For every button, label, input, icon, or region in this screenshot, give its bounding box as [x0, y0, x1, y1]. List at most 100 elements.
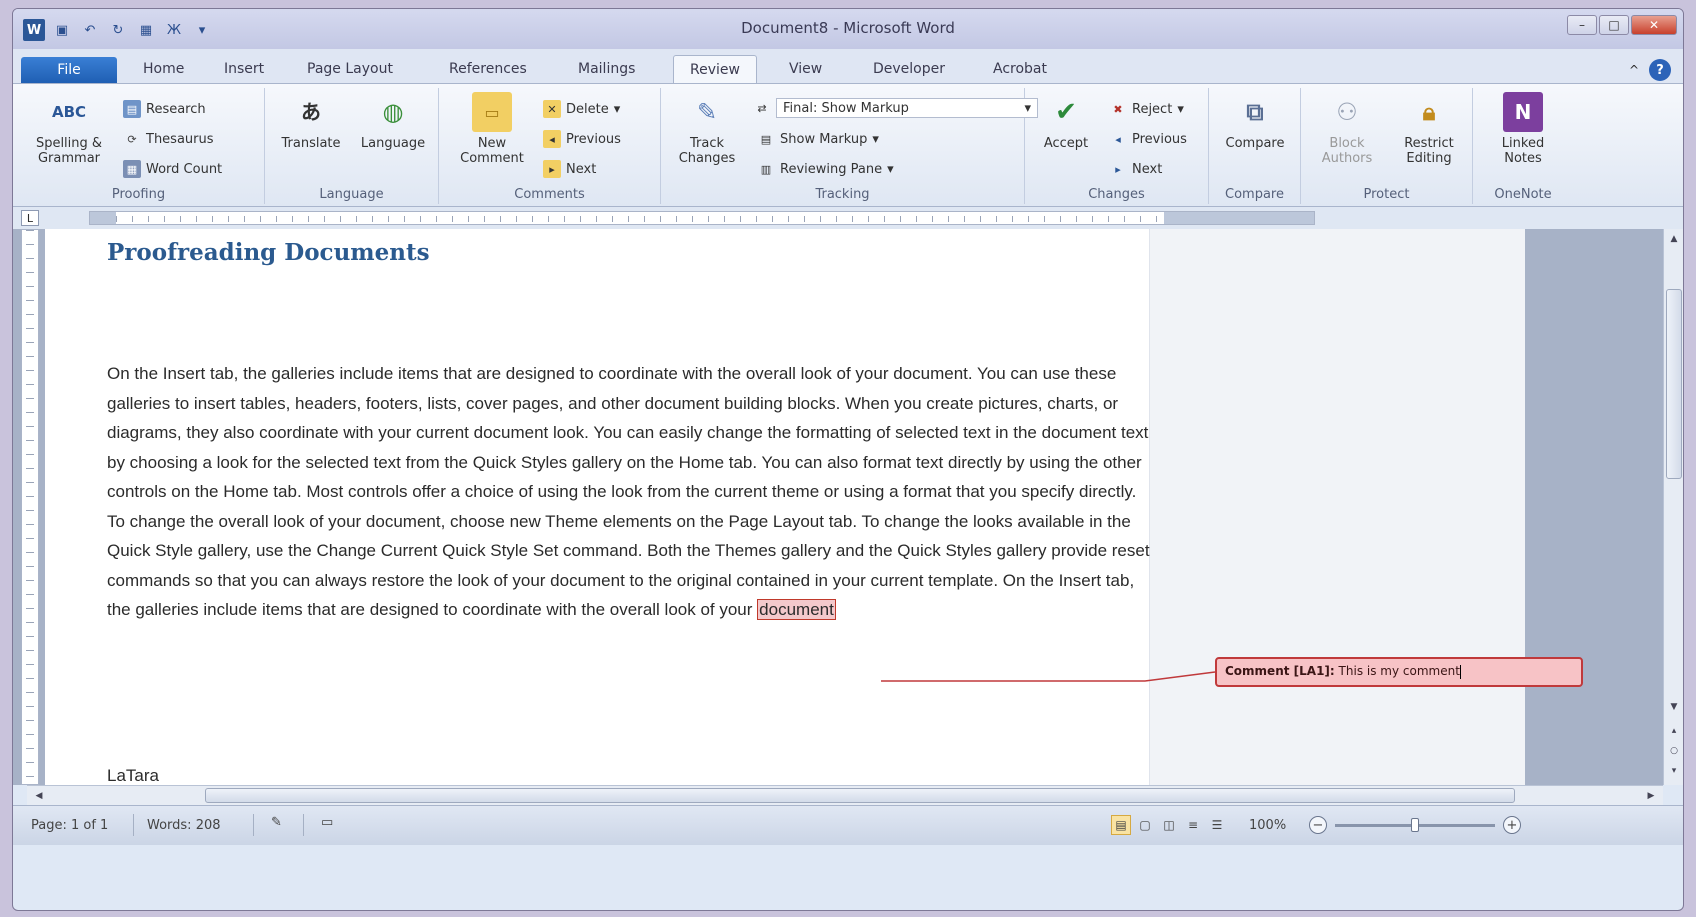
select-browse-object-icon[interactable]: ○ [1666, 743, 1682, 759]
tab-mailings[interactable]: Mailings [578, 61, 635, 77]
document-area: Proofreading Documents On the Insert tab… [13, 229, 1665, 785]
research-button[interactable]: ▤ Research [123, 100, 206, 118]
accept-check-icon: ✔ [1055, 96, 1077, 127]
compare-button[interactable]: ⧉ Compare [1215, 92, 1295, 152]
vertical-ruler-ticks [26, 230, 34, 784]
new-comment-label: New Comment [460, 136, 524, 166]
reject-label: Reject [1132, 101, 1173, 117]
show-markup-button[interactable]: ▤ Show Markup ▾ [757, 130, 879, 148]
display-mode-value: Final: Show Markup [783, 100, 909, 116]
word-count-button[interactable]: ▦ Word Count [123, 160, 222, 178]
vertical-ruler[interactable] [21, 229, 39, 785]
comment-text[interactable]: This is my comment [1339, 664, 1460, 678]
tab-home[interactable]: Home [143, 61, 184, 77]
vertical-scroll-thumb[interactable] [1666, 289, 1682, 479]
tab-page-layout[interactable]: Page Layout [307, 61, 393, 77]
next-change-button[interactable]: ▸ Next [1109, 160, 1162, 178]
reviewing-pane-button[interactable]: ▥ Reviewing Pane ▾ [757, 160, 894, 178]
restrict-editing-label: Restrict Editing [1404, 136, 1454, 166]
group-label-onenote: OneNote [1494, 187, 1552, 202]
previous-page-icon[interactable]: ▴ [1666, 723, 1682, 739]
linked-notes-label: Linked Notes [1501, 136, 1545, 166]
ruler-ticks [116, 216, 1164, 222]
block-authors-icon: ⚇ [1336, 97, 1358, 126]
scroll-left-icon[interactable]: ◀ [31, 788, 47, 804]
group-compare: ⧉ Compare Compare [1209, 88, 1301, 204]
commented-word[interactable]: document [757, 599, 836, 620]
scroll-down-icon[interactable]: ▼ [1666, 699, 1682, 715]
tab-references[interactable]: References [449, 61, 527, 77]
next-change-icon: ▸ [1115, 162, 1121, 176]
maximize-button[interactable]: □ [1599, 15, 1629, 35]
display-for-review-combo[interactable]: ⇄ Final: Show Markup ▾ [753, 98, 1038, 118]
thesaurus-button[interactable]: ⟳ Thesaurus [123, 130, 213, 148]
restrict-editing-button[interactable]: 🔒︎ Restrict Editing [1389, 92, 1469, 167]
web-layout-view-icon[interactable]: ◫ [1159, 815, 1179, 835]
block-authors-button[interactable]: ⚇ Block Authors [1307, 92, 1387, 167]
group-label-proofing: Proofing [111, 187, 166, 202]
delete-dropdown-icon: ▾ [613, 101, 621, 117]
horizontal-scrollbar[interactable]: ◀ ▶ [27, 785, 1663, 805]
word-window: W ▣ ↶ ↻ ▦ Ж ▾ Document8 - Microsoft Word… [12, 8, 1684, 911]
vertical-scrollbar[interactable]: ▲ ▼ ▴ ○ ▾ [1663, 229, 1683, 785]
minimize-button[interactable]: – [1567, 15, 1597, 35]
tab-insert[interactable]: Insert [224, 61, 264, 77]
full-screen-view-icon[interactable]: ▢ [1135, 815, 1155, 835]
draft-view-icon[interactable]: ☰ [1207, 815, 1227, 835]
help-icon[interactable]: ? [1649, 59, 1671, 81]
word-count[interactable]: Words: 208 [147, 818, 221, 833]
previous-change-icon: ◂ [1115, 132, 1121, 146]
zoom-out-icon[interactable]: − [1309, 816, 1327, 834]
status-separator [253, 814, 254, 836]
scroll-right-icon[interactable]: ▶ [1643, 788, 1659, 804]
horizontal-ruler[interactable] [89, 211, 1315, 225]
language-button[interactable]: ◍ Language [353, 92, 433, 152]
close-button[interactable]: ✕ [1631, 15, 1677, 35]
document-page[interactable]: Proofreading Documents On the Insert tab… [45, 229, 1583, 785]
page-count[interactable]: Page: 1 of 1 [31, 818, 108, 833]
tab-file[interactable]: File [21, 57, 117, 83]
document-body[interactable]: On the Insert tab, the galleries include… [107, 359, 1153, 625]
tab-developer[interactable]: Developer [873, 61, 945, 77]
outline-view-icon[interactable]: ≡ [1183, 815, 1203, 835]
next-comment-button[interactable]: ▸ Next [543, 160, 596, 178]
tab-acrobat[interactable]: Acrobat [993, 61, 1047, 77]
research-label: Research [146, 101, 206, 117]
status-separator [133, 814, 134, 836]
previous-comment-button[interactable]: ◂ Previous [543, 130, 621, 148]
new-comment-button[interactable]: ▭ New Comment [447, 92, 537, 166]
group-label-compare: Compare [1225, 187, 1284, 202]
proofing-status-icon[interactable]: ✎ [271, 815, 282, 830]
ribbon-tabs: File Home Insert Page Layout References … [13, 49, 1683, 83]
accept-button[interactable]: ✔ Accept [1031, 92, 1101, 152]
horizontal-scroll-thumb[interactable] [205, 788, 1515, 803]
minimize-ribbon-icon[interactable]: ^ [1629, 63, 1639, 77]
language-globe-icon: ◍ [382, 97, 404, 126]
previous-change-label: Previous [1132, 131, 1187, 147]
tab-selector-icon[interactable]: L [21, 210, 39, 226]
comment-balloon[interactable]: Comment [LA1]: This is my comment [1215, 657, 1583, 687]
macro-record-icon[interactable]: ▭ [321, 815, 333, 830]
tab-view[interactable]: View [789, 61, 822, 77]
zoom-slider-thumb[interactable] [1411, 818, 1419, 832]
translate-icon: あ [301, 99, 321, 124]
linked-notes-button[interactable]: N Linked Notes [1483, 92, 1563, 166]
display-mode-select[interactable]: Final: Show Markup ▾ [776, 98, 1038, 118]
spelling-grammar-button[interactable]: ABC Spelling & Grammar [21, 92, 117, 166]
track-changes-button[interactable]: ✎ Track Changes [665, 92, 749, 167]
reject-button[interactable]: ✖ Reject ▾ [1109, 100, 1184, 118]
translate-button[interactable]: あ Translate [273, 92, 349, 152]
markup-balloon-pane [1149, 229, 1525, 785]
zoom-level[interactable]: 100% [1249, 818, 1286, 833]
previous-change-button[interactable]: ◂ Previous [1109, 130, 1187, 148]
research-icon: ▤ [123, 100, 141, 118]
track-changes-label: Track Changes [678, 136, 736, 166]
scroll-up-icon[interactable]: ▲ [1666, 231, 1682, 247]
zoom-in-icon[interactable]: + [1503, 816, 1521, 834]
delete-comment-button[interactable]: ✕ Delete ▾ [543, 100, 620, 118]
reject-dropdown-icon: ▾ [1177, 101, 1184, 117]
spelling-label: Spelling & Grammar [35, 136, 103, 166]
print-layout-view-icon[interactable]: ▤ [1111, 815, 1131, 835]
next-page-icon[interactable]: ▾ [1666, 763, 1682, 779]
tab-review[interactable]: Review [673, 55, 757, 83]
